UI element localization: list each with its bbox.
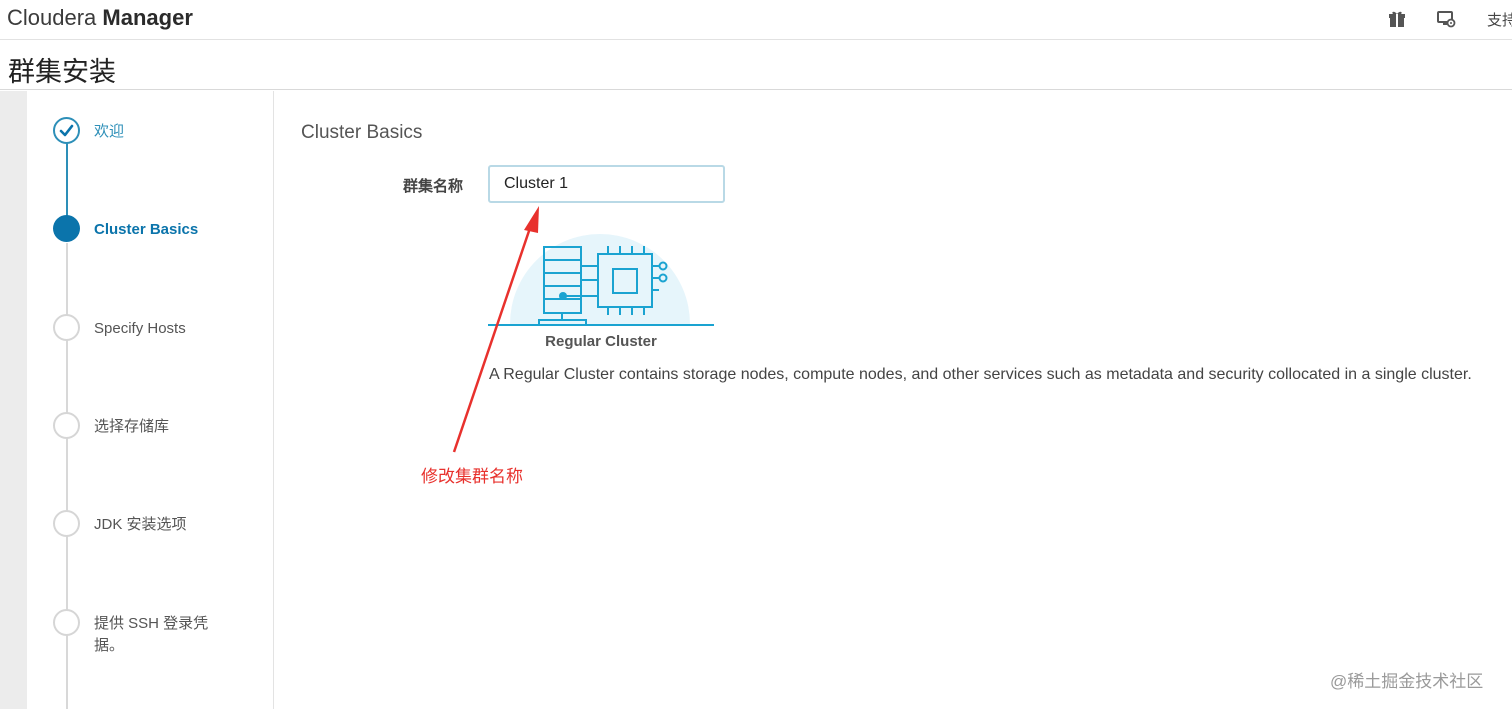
step-label: 选择存储库 xyxy=(94,418,170,435)
section-title: Cluster Basics xyxy=(301,122,423,143)
step-label: 欢迎 xyxy=(94,123,125,140)
step-label: Cluster Basics xyxy=(94,221,199,238)
step-label: Specify Hosts xyxy=(94,320,186,337)
step-label: 提供 SSH 登录凭据。 xyxy=(94,615,209,654)
brand-bold-text: Manager xyxy=(102,5,193,30)
pending-step-icon xyxy=(53,510,80,537)
annotation-text: 修改集群名称 xyxy=(421,467,523,486)
cluster-type-description: A Regular Cluster contains storage nodes… xyxy=(489,366,1472,383)
support-menu[interactable]: 支持 xyxy=(1487,9,1512,30)
cluster-name-label: 群集名称 xyxy=(403,178,464,195)
screen-gear-icon[interactable] xyxy=(1435,8,1457,30)
cluster-name-input[interactable] xyxy=(488,165,725,203)
brand-light-text: Cloudera xyxy=(7,5,97,30)
pending-step-icon xyxy=(53,609,80,636)
left-gutter xyxy=(0,91,27,709)
page-title-bar: 群集安装 xyxy=(0,40,1512,90)
gift-icon[interactable] xyxy=(1386,8,1408,30)
watermark: @稀土掘金技术社区 xyxy=(1330,672,1484,691)
page-title: 群集安装 xyxy=(8,57,116,87)
annotation-arrow-icon xyxy=(452,206,539,453)
active-step-icon xyxy=(53,215,80,242)
check-icon xyxy=(53,117,80,144)
wizard-steps: 欢迎 Cluster Basics Specify Hosts 选择存储库 JD… xyxy=(27,91,274,709)
pending-step-icon xyxy=(53,314,80,341)
pending-step-icon xyxy=(53,412,80,439)
step-label: JDK 安装选项 xyxy=(94,516,187,533)
top-navbar: Cloudera Manager 支持 xyxy=(0,0,1512,40)
step-connector-pending xyxy=(66,243,68,709)
brand-logo[interactable]: Cloudera Manager xyxy=(7,5,193,31)
